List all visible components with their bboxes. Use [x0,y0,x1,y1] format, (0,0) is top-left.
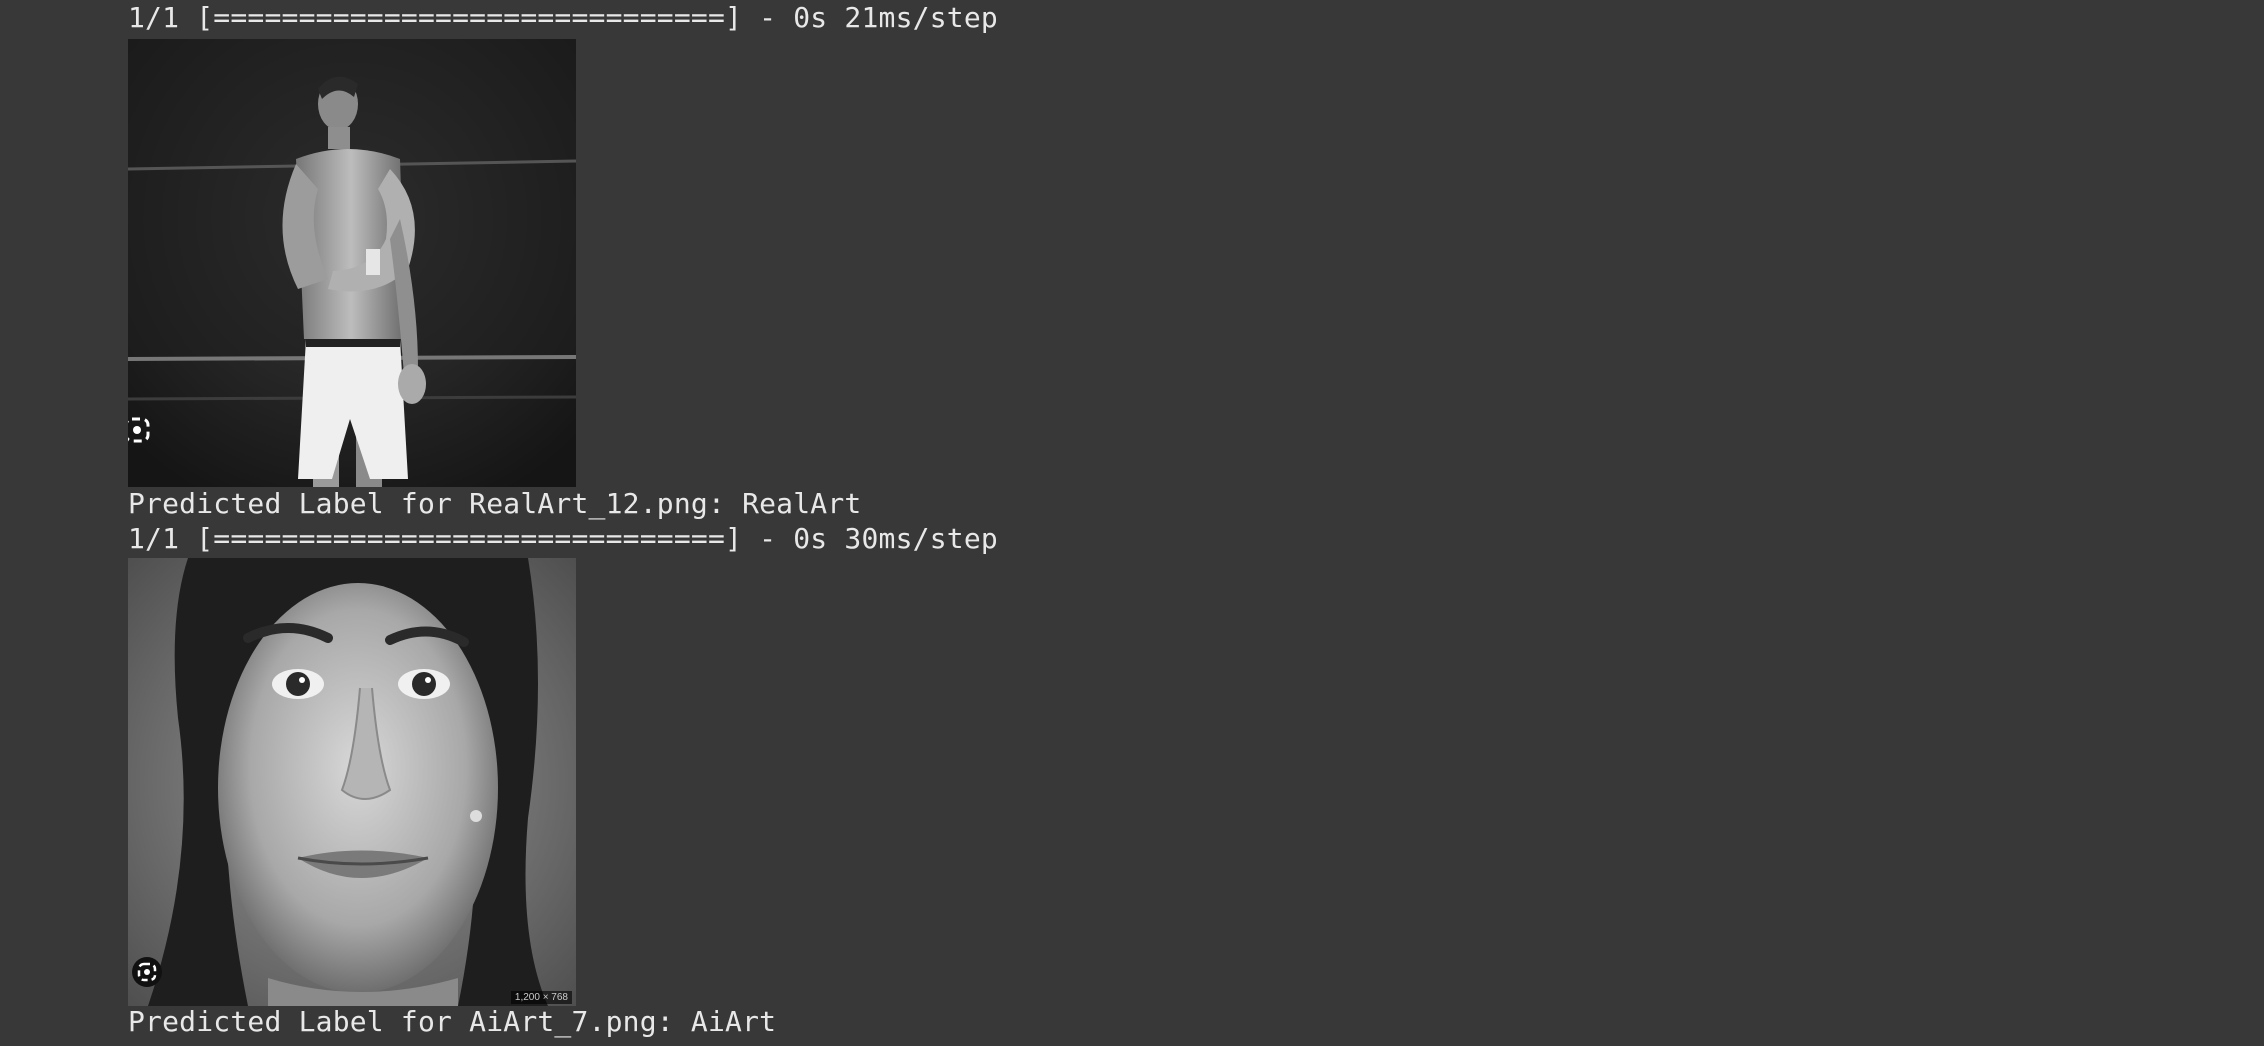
prediction-line: Predicted Label for RealArt_12.png: Real… [128,487,862,520]
progress-line: 1/1 [==============================] - 0… [128,522,998,555]
lens-icon [128,413,154,447]
progress-line: 1/1 [==============================] - 0… [128,1,998,34]
lens-icon [130,955,164,989]
output-image-portrait: 1,200 × 768 [128,558,576,1006]
image-size-caption: 1,200 × 768 [510,991,572,1004]
output-image-boxer [128,39,576,487]
prediction-line: Predicted Label for AiArt_7.png: AiArt [128,1005,777,1038]
